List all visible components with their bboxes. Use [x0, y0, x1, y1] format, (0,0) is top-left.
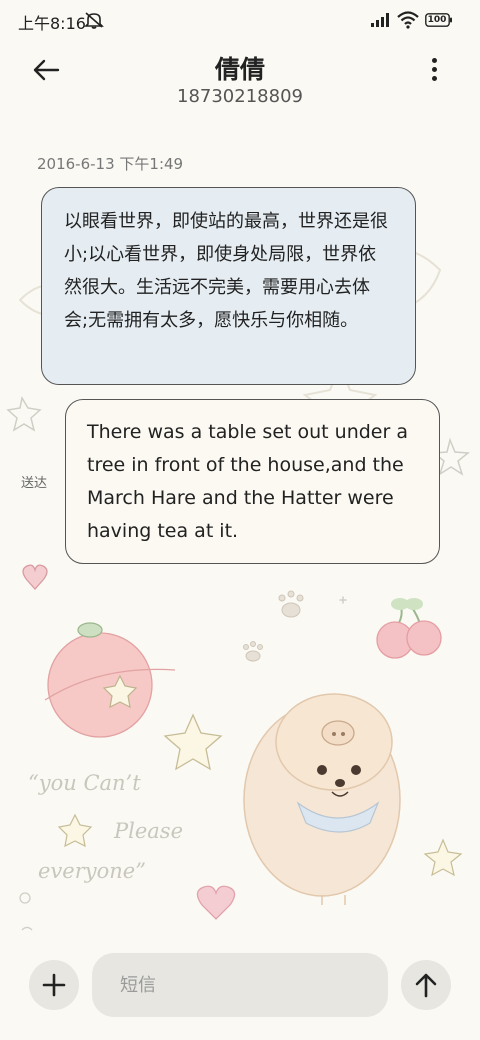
send-button[interactable] [401, 960, 451, 1010]
status-bar: 上午8:16 100 [0, 0, 480, 40]
contact-name: 倩倩 [214, 55, 265, 84]
delivery-status: 送达 [21, 476, 48, 491]
plus-icon [42, 973, 66, 997]
battery-level: 100 [427, 15, 447, 25]
sms-conversation-screen: keep your Spirit free [0, 0, 480, 1040]
message-timestamp: 2016-6-13 下午1:49 [37, 155, 184, 173]
signal-icon [371, 13, 389, 27]
more-vertical-icon [431, 57, 437, 63]
status-time: 上午8:16 [18, 14, 86, 33]
sent-message-bubble[interactable]: There was a table set out under a tree i… [65, 399, 440, 564]
more-vertical-icon-dot [431, 75, 437, 81]
arrow-up-icon [415, 973, 437, 998]
more-vertical-icon-dot [431, 66, 437, 72]
add-attachment-button[interactable] [29, 960, 79, 1010]
svg-text:everyone”: everyone” [38, 859, 146, 883]
battery-icon: 100 [425, 13, 453, 27]
svg-text:Please: Please [113, 819, 183, 843]
received-message-bubble[interactable]: 以眼看世界，即使站的最高，世界还是很小;以心看世界，即使身处局限，世界依然很大。… [41, 187, 416, 385]
wifi-icon [397, 11, 419, 29]
contact-number[interactable]: 18730218809 [140, 86, 340, 107]
back-button[interactable] [26, 52, 66, 88]
more-options-button[interactable] [418, 52, 450, 86]
arrow-left-icon [33, 59, 60, 81]
mute-icon [84, 12, 104, 29]
message-input[interactable] [92, 953, 388, 1017]
svg-text:“you Can’t: “you Can’t [28, 771, 141, 795]
